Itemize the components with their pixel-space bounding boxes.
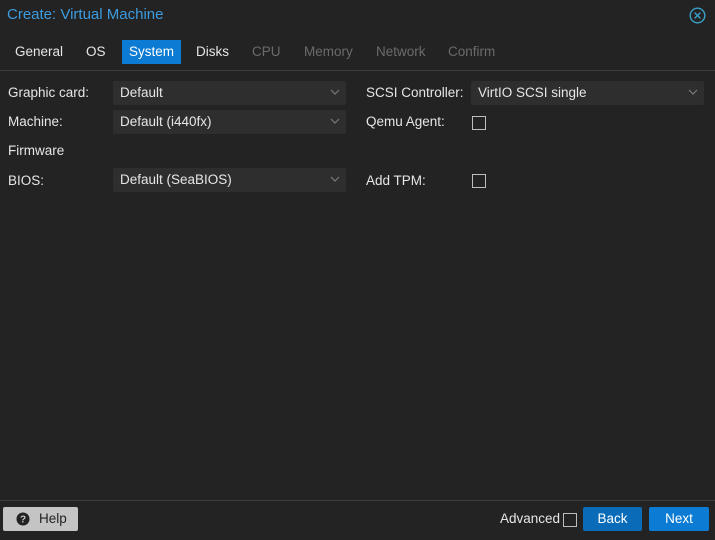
window-title: Create: Virtual Machine xyxy=(7,6,164,23)
wizard-tabs: General OS System Disks CPU Memory Netwo… xyxy=(0,38,715,66)
close-circle-icon xyxy=(689,7,706,24)
firmware-heading: Firmware xyxy=(8,143,65,158)
back-button[interactable]: Back xyxy=(583,507,642,531)
chevron-down-icon xyxy=(330,89,340,95)
chevron-down-icon xyxy=(688,89,698,95)
tab-confirm[interactable]: Confirm xyxy=(441,40,502,64)
qemu-agent-checkbox[interactable] xyxy=(472,116,486,130)
add-tpm-checkbox[interactable] xyxy=(472,174,486,188)
bios-label: BIOS: xyxy=(8,173,45,188)
scsi-controller-value: VirtIO SCSI single xyxy=(478,85,587,100)
graphic-card-label: Graphic card: xyxy=(8,85,90,100)
next-button[interactable]: Next xyxy=(649,507,709,531)
help-label: Help xyxy=(39,511,67,526)
tab-network[interactable]: Network xyxy=(369,40,433,64)
machine-label: Machine: xyxy=(8,114,63,129)
bios-value: Default (SeaBIOS) xyxy=(120,172,232,187)
machine-value: Default (i440fx) xyxy=(120,114,212,129)
scsi-controller-select[interactable]: VirtIO SCSI single xyxy=(471,81,704,105)
footer-divider xyxy=(0,500,715,501)
svg-text:?: ? xyxy=(20,515,26,526)
tab-os[interactable]: OS xyxy=(79,40,113,64)
graphic-card-select[interactable]: Default xyxy=(113,81,346,105)
tab-cpu[interactable]: CPU xyxy=(245,40,288,64)
machine-select[interactable]: Default (i440fx) xyxy=(113,110,346,134)
qemu-agent-label: Qemu Agent: xyxy=(366,114,445,129)
help-button[interactable]: ? Help xyxy=(3,507,78,531)
window-titlebar: Create: Virtual Machine xyxy=(0,0,715,32)
chevron-down-icon xyxy=(330,176,340,182)
chevron-down-icon xyxy=(330,118,340,124)
tab-disks[interactable]: Disks xyxy=(189,40,236,64)
tab-memory[interactable]: Memory xyxy=(297,40,360,64)
header-divider xyxy=(0,70,715,71)
question-circle-icon: ? xyxy=(16,512,30,526)
graphic-card-value: Default xyxy=(120,85,163,100)
scsi-controller-label: SCSI Controller: xyxy=(366,85,464,100)
bios-select[interactable]: Default (SeaBIOS) xyxy=(113,168,346,192)
tab-general[interactable]: General xyxy=(8,40,70,64)
advanced-checkbox[interactable] xyxy=(563,513,577,527)
add-tpm-label: Add TPM: xyxy=(366,173,426,188)
advanced-label: Advanced xyxy=(500,511,561,526)
close-button[interactable] xyxy=(689,7,706,24)
tab-system[interactable]: System xyxy=(122,40,182,64)
